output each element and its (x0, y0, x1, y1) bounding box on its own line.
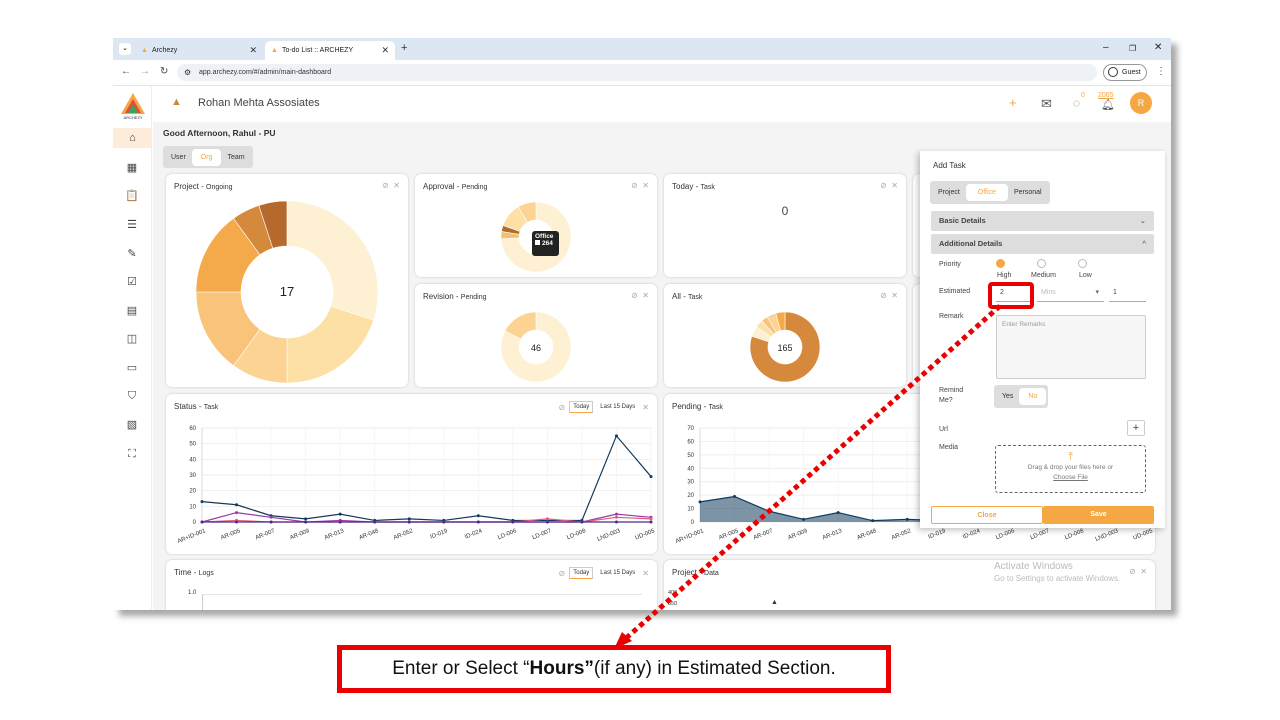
annotation-arrow (614, 304, 1002, 649)
instruction-callout: Enter or Select “Hours” (if any) in Esti… (337, 645, 891, 693)
